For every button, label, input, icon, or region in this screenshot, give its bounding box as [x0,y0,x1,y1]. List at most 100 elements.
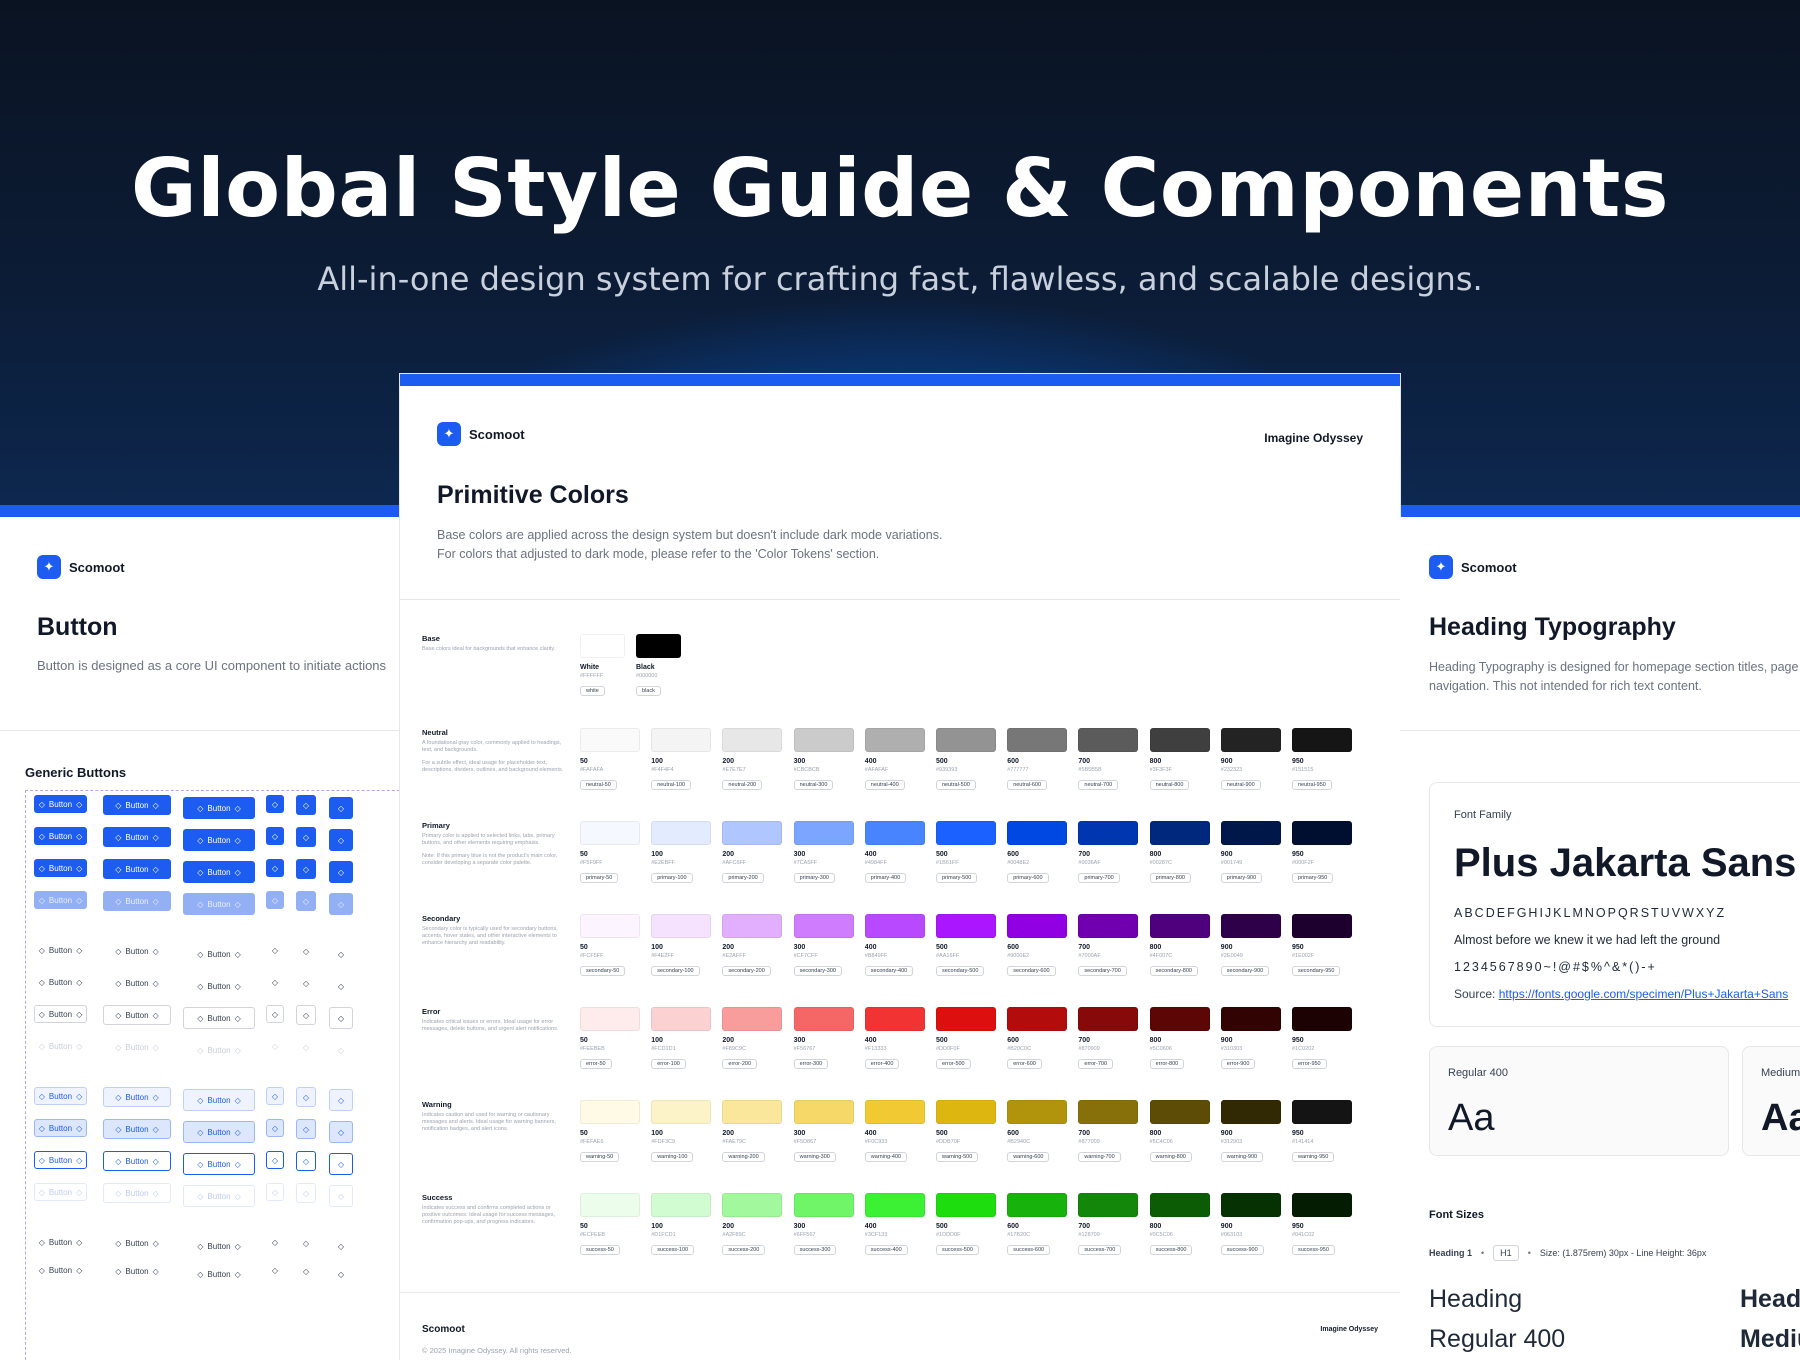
sample-button[interactable]: ◇ Button ◇ [34,859,87,877]
sample-button[interactable]: ◇ Button ◇ [34,1119,87,1137]
sample-button[interactable]: ◇ Button ◇ [183,893,255,915]
source-link[interactable]: https://fonts.google.com/specimen/Plus+J… [1499,987,1789,1001]
sample-button[interactable]: ◇ Button ◇ [34,1037,87,1055]
icon-button[interactable]: ◇ [296,973,316,993]
sample-button[interactable]: ◇ Button ◇ [34,1087,87,1105]
icon-button[interactable]: ◇ [266,941,284,959]
icon-button[interactable]: ◇ [296,859,316,879]
sample-button[interactable]: ◇ Button ◇ [183,1235,255,1257]
sample-button[interactable]: ◇ Button ◇ [103,891,171,911]
icon-button[interactable]: ◇ [329,975,353,997]
group-description-text: For a subtle effect, ideal usage for pla… [422,760,564,773]
sample-button[interactable]: ◇ Button ◇ [183,829,255,851]
sample-button[interactable]: ◇ Button ◇ [34,1005,87,1023]
sample-button[interactable]: ◇ Button ◇ [34,941,87,959]
icon-button[interactable]: ◇ [296,1119,316,1139]
sample-button[interactable]: ◇ Button ◇ [183,1039,255,1061]
sample-button[interactable]: ◇ Button ◇ [34,1151,87,1169]
icon-button[interactable]: ◇ [266,1183,284,1201]
icon-button[interactable]: ◇ [329,1039,353,1061]
brand: ✦ Scomoot [437,422,525,446]
sample-button[interactable]: ◇ Button ◇ [34,1261,87,1279]
sample-button[interactable]: ◇ Button ◇ [34,827,87,845]
diamond-icon: ◇ [76,831,83,841]
sample-button[interactable]: ◇ Button ◇ [183,1263,255,1285]
icon-button[interactable]: ◇ [296,1261,316,1281]
sample-button[interactable]: ◇ Button ◇ [103,1119,171,1139]
swatch-label: 950 [1292,758,1304,765]
sample-button[interactable]: ◇ Button ◇ [183,1007,255,1029]
swatch-color [636,634,681,658]
sample-button[interactable]: ◇ Button ◇ [103,827,171,847]
icon-button[interactable]: ◇ [329,1235,353,1257]
icon-button[interactable]: ◇ [329,861,353,883]
icon-button[interactable]: ◇ [266,1119,284,1137]
sample-button[interactable]: ◇ Button ◇ [183,797,255,819]
icon-button[interactable]: ◇ [266,1087,284,1105]
sample-button[interactable]: ◇ Button ◇ [183,975,255,997]
sample-button[interactable]: ◇ Button ◇ [34,795,87,813]
sample-button[interactable]: ◇ Button ◇ [103,1087,171,1107]
hero-title: Global Style Guide & Components [131,142,1669,235]
sample-button[interactable]: ◇ Button ◇ [103,1261,171,1281]
sample-button[interactable]: ◇ Button ◇ [34,1233,87,1251]
sample-button[interactable]: ◇ Button ◇ [34,973,87,991]
button-label: Button [125,896,149,906]
icon-button[interactable]: ◇ [329,1185,353,1207]
sample-button[interactable]: ◇ Button ◇ [103,973,171,993]
swatch-label: 700 [1078,1223,1091,1230]
icon-button[interactable]: ◇ [266,891,284,909]
sample-button[interactable]: ◇ Button ◇ [103,1183,171,1203]
button-row: ◇ Button ◇ ◇ Button ◇ ◇ Button ◇ ◇ ◇ ◇ [26,1119,400,1149]
icon-button[interactable]: ◇ [329,829,353,851]
swatch-hex: #001749 [1220,860,1243,866]
icon-button[interactable]: ◇ [296,1233,316,1253]
icon-button[interactable]: ◇ [296,1037,316,1057]
sample-button[interactable]: ◇ Button ◇ [183,1153,255,1175]
icon-button[interactable]: ◇ [329,1153,353,1175]
sample-button[interactable]: ◇ Button ◇ [103,1037,171,1057]
icon-button[interactable]: ◇ [266,859,284,877]
icon-button[interactable]: ◇ [296,827,316,847]
icon-button[interactable]: ◇ [296,1087,316,1107]
sample-button[interactable]: ◇ Button ◇ [183,861,255,883]
sample-button[interactable]: ◇ Button ◇ [34,891,87,909]
sample-button[interactable]: ◇ Button ◇ [183,1089,255,1111]
sample-button[interactable]: ◇ Button ◇ [103,1151,171,1171]
icon-button[interactable]: ◇ [329,893,353,915]
icon-button[interactable]: ◇ [266,973,284,991]
sample-button[interactable]: ◇ Button ◇ [103,1005,171,1025]
sample-button[interactable]: ◇ Button ◇ [183,943,255,965]
icon-button[interactable]: ◇ [296,1005,316,1025]
icon-button[interactable]: ◇ [329,797,353,819]
sample-button[interactable]: ◇ Button ◇ [103,941,171,961]
icon-button[interactable]: ◇ [296,795,316,815]
icon-button[interactable]: ◇ [296,891,316,911]
icon-button[interactable]: ◇ [266,1261,284,1279]
icon-button[interactable]: ◇ [266,1037,284,1055]
icon-button[interactable]: ◇ [266,1233,284,1251]
icon-button[interactable]: ◇ [296,1151,316,1171]
swatch-color [1149,914,1210,938]
icon-button[interactable]: ◇ [296,941,316,961]
sample-button[interactable]: ◇ Button ◇ [103,795,171,815]
swatch-color [580,1007,640,1031]
icon-button[interactable]: ◇ [329,1007,353,1029]
swatch-label: 900 [1220,1037,1233,1044]
swatch-label: 800 [1149,1037,1162,1044]
sample-button[interactable]: ◇ Button ◇ [183,1121,255,1143]
sample-button[interactable]: ◇ Button ◇ [183,1185,255,1207]
icon-button[interactable]: ◇ [329,1121,353,1143]
sample-button[interactable]: ◇ Button ◇ [34,1183,87,1201]
icon-button[interactable]: ◇ [329,943,353,965]
icon-button[interactable]: ◇ [266,1151,284,1169]
icon-button[interactable]: ◇ [329,1263,353,1285]
swatch-hex: #5C4C06 [1149,1139,1173,1145]
icon-button[interactable]: ◇ [266,1005,284,1023]
icon-button[interactable]: ◇ [296,1183,316,1203]
icon-button[interactable]: ◇ [266,795,284,813]
icon-button[interactable]: ◇ [329,1089,353,1111]
sample-button[interactable]: ◇ Button ◇ [103,1233,171,1253]
sample-button[interactable]: ◇ Button ◇ [103,859,171,879]
icon-button[interactable]: ◇ [266,827,284,845]
